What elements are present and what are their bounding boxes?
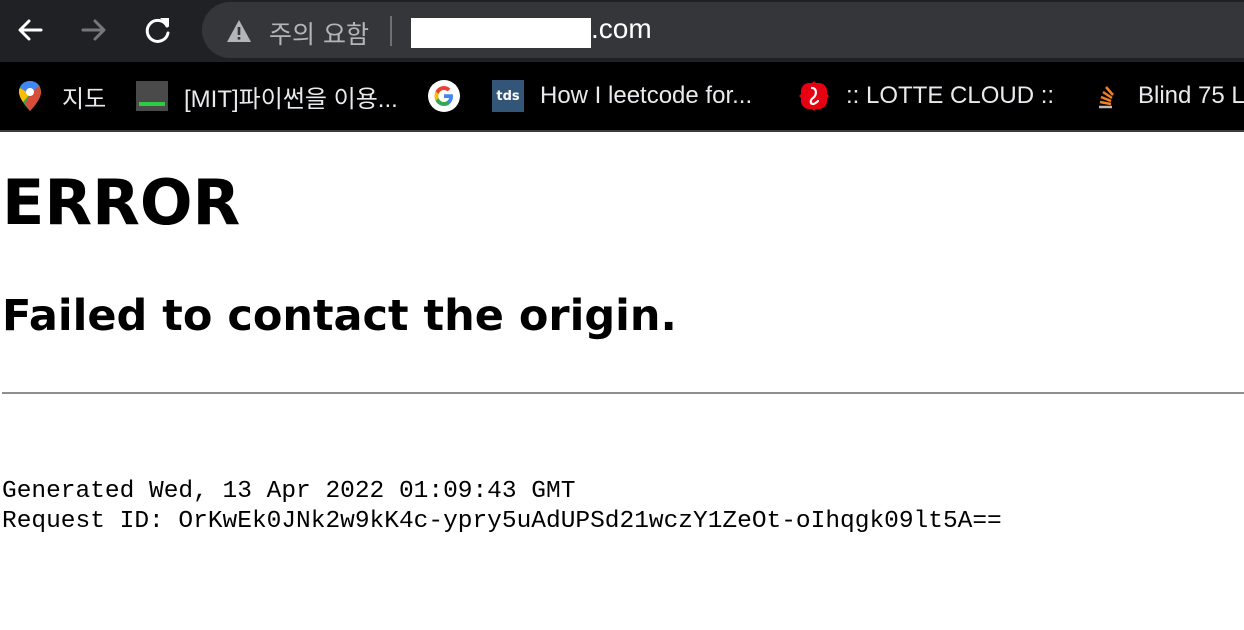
arrow-left-icon: [18, 19, 43, 41]
bookmark-label: Blind 75 L: [1138, 82, 1244, 109]
bookmark-blind-75[interactable]: Blind 75 L: [1090, 62, 1244, 130]
warning-triangle-icon[interactable]: [226, 19, 252, 43]
google-g-icon: [428, 80, 460, 112]
bookmark-maps[interactable]: 지도: [14, 62, 106, 130]
security-status-label[interactable]: 주의 요함: [269, 15, 369, 51]
bookmark-mit-python[interactable]: [MIT]파이썬을 이용...: [136, 62, 398, 130]
tds-favicon-text: tds: [496, 88, 520, 104]
bookmark-leetcode[interactable]: tds How I leetcode for...: [492, 62, 752, 130]
omnibox-separator: [390, 16, 392, 46]
url-text[interactable]: .com: [591, 13, 652, 45]
google-maps-pin-icon: [14, 80, 46, 112]
bookmark-lotte-cloud[interactable]: :: LOTTE CLOUD ::: [798, 62, 1054, 130]
stackoverflow-like-icon: [1090, 80, 1122, 112]
tds-favicon: tds: [492, 80, 524, 112]
back-button[interactable]: [12, 12, 48, 48]
generated-timestamp: Generated Wed, 13 Apr 2022 01:09:43 GMT: [2, 478, 576, 505]
bookmark-label: :: LOTTE CLOUD ::: [846, 82, 1055, 109]
terminal-favicon: [136, 80, 168, 112]
bookmarks-bar: 지도 [MIT]파이썬을 이용... tds How I leetcode fo…: [0, 62, 1244, 132]
bookmark-google[interactable]: [428, 62, 460, 130]
error-message: Failed to contact the origin.: [2, 291, 677, 341]
lotte-logo-icon: [798, 80, 830, 112]
arrow-right-icon: [81, 19, 106, 41]
forward-button[interactable]: [76, 12, 112, 48]
reload-button[interactable]: [140, 12, 176, 48]
horizontal-rule: [2, 392, 1244, 394]
url-host-redacted: [411, 18, 591, 48]
browser-toolbar: 주의 요함 .com: [0, 0, 1244, 62]
reload-icon: [145, 18, 170, 43]
bookmark-label: [MIT]파이썬을 이용...: [184, 85, 398, 113]
bookmark-label: How I leetcode for...: [540, 82, 753, 109]
error-title: ERROR: [2, 166, 241, 239]
address-bar[interactable]: 주의 요함 .com: [202, 2, 1244, 58]
request-id: Request ID: OrKwEk0JNk2w9kK4c-ypry5uAdUP…: [2, 508, 1002, 535]
bookmark-label: 지도: [62, 85, 107, 113]
